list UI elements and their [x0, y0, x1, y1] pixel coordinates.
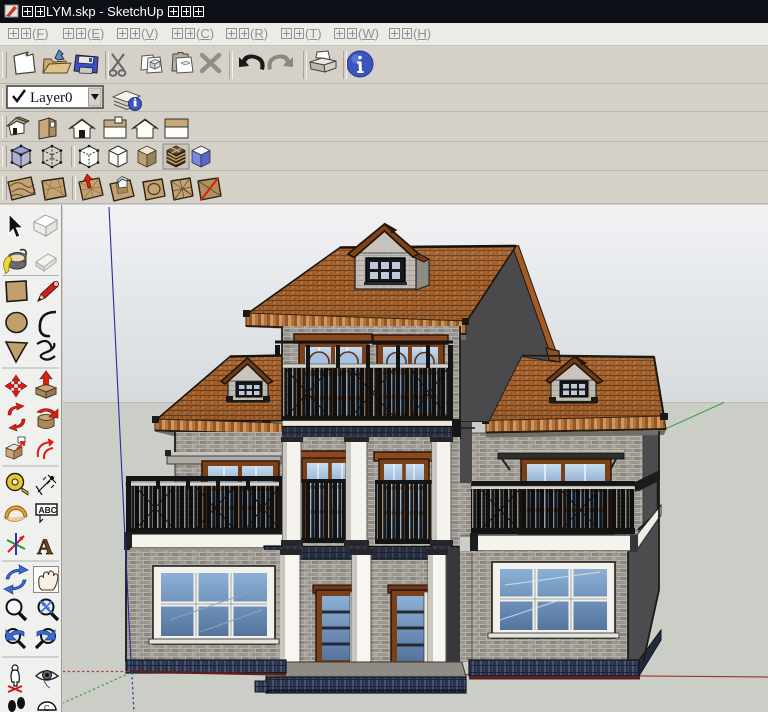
svg-text:Layer0: Layer0 [30, 90, 72, 106]
svg-text:A: A [37, 534, 53, 559]
svg-text:C: C [44, 704, 50, 712]
svg-text:ABC: ABC [39, 505, 57, 515]
